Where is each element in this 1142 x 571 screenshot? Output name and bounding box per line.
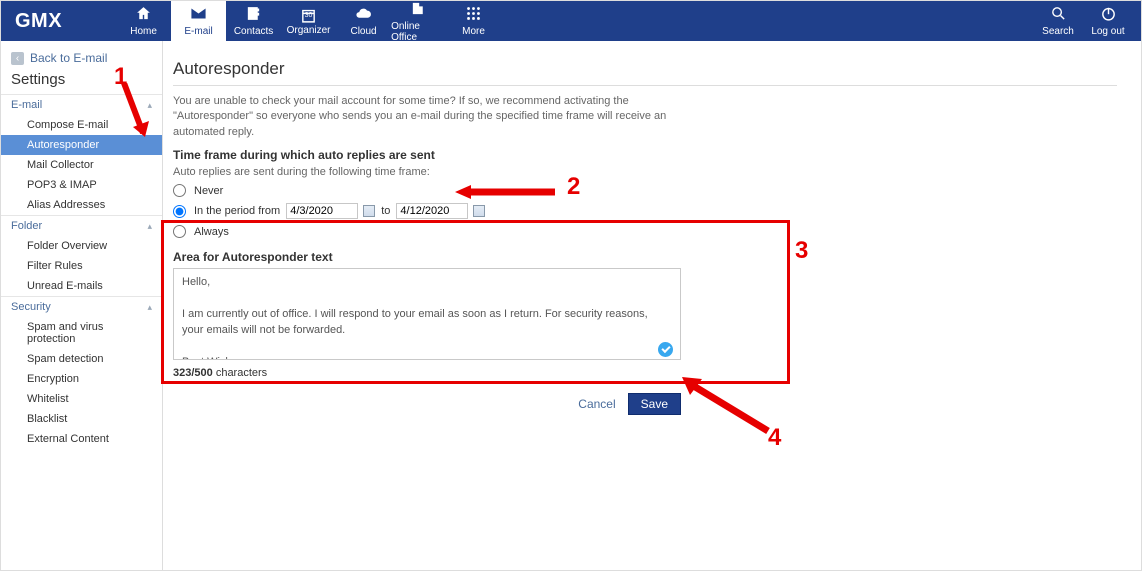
back-label: Back to E-mail <box>30 51 107 65</box>
cancel-button[interactable]: Cancel <box>578 397 615 411</box>
nav-email-label: E-mail <box>184 26 212 37</box>
option-never-label: Never <box>194 185 223 197</box>
sidebar-item-compose[interactable]: Compose E-mail <box>1 115 162 135</box>
nav-contacts-label: Contacts <box>234 26 273 37</box>
back-link[interactable]: ‹ Back to E-mail <box>1 47 162 69</box>
nav-home-label: Home <box>130 26 157 37</box>
top-nav: Home E-mail Contacts 30 Organizer Cloud <box>116 1 501 41</box>
button-row: Cancel Save <box>173 393 681 415</box>
nav-more[interactable]: More <box>446 1 501 41</box>
chevron-up-icon: ▴ <box>147 100 152 111</box>
section-header-folder-label: Folder <box>11 220 42 232</box>
char-counter: 323/500 characters <box>173 367 1117 379</box>
power-icon <box>1100 5 1117 25</box>
page-title: Autoresponder <box>173 59 1117 79</box>
nav-email[interactable]: E-mail <box>171 1 226 41</box>
main-content: Autoresponder You are unable to check yo… <box>163 41 1141 570</box>
email-icon <box>190 5 207 25</box>
nav-home[interactable]: Home <box>116 1 171 41</box>
section-header-email-label: E-mail <box>11 99 42 111</box>
option-period[interactable]: In the period from to <box>173 203 1117 219</box>
search-icon <box>1050 5 1067 25</box>
sidebar-item-whitelist[interactable]: Whitelist <box>1 389 162 409</box>
cloud-icon <box>355 5 372 25</box>
logout-label: Log out <box>1091 26 1124 37</box>
radio-period[interactable] <box>173 205 186 218</box>
date-from-input[interactable] <box>286 203 358 219</box>
chevron-up-icon: ▴ <box>147 302 152 313</box>
timeframe-sub: Auto replies are sent during the followi… <box>173 166 1117 178</box>
radio-never[interactable] <box>173 184 186 197</box>
back-arrow-icon: ‹ <box>11 52 24 65</box>
sidebar-item-spamdet[interactable]: Spam detection <box>1 349 162 369</box>
section-header-security-label: Security <box>11 301 51 313</box>
option-always[interactable]: Always <box>173 225 1117 238</box>
page-root: GMX Home E-mail Contacts 30 Organizer <box>0 0 1142 571</box>
option-never[interactable]: Never <box>173 184 1117 197</box>
save-button[interactable]: Save <box>628 393 681 415</box>
section-header-folder[interactable]: Folder ▴ <box>1 215 162 236</box>
sidebar-item-alias[interactable]: Alias Addresses <box>1 195 162 215</box>
search-label: Search <box>1042 26 1074 37</box>
date-to-input[interactable] <box>396 203 468 219</box>
radio-always[interactable] <box>173 225 186 238</box>
sidebar-title: Settings <box>1 69 162 94</box>
sidebar-item-pop3[interactable]: POP3 & IMAP <box>1 175 162 195</box>
textarea-wrap <box>173 268 681 363</box>
nav-organizer-label: Organizer <box>287 25 331 36</box>
intro-text: You are unable to check your mail accoun… <box>173 94 673 140</box>
calendar-icon[interactable] <box>363 205 375 217</box>
option-always-label: Always <box>194 226 229 238</box>
sidebar-item-filter[interactable]: Filter Rules <box>1 256 162 276</box>
contacts-icon <box>245 5 262 25</box>
sidebar-item-unread[interactable]: Unread E-mails <box>1 276 162 296</box>
option-period-to: to <box>381 205 390 217</box>
sidebar-item-external[interactable]: External Content <box>1 429 162 449</box>
sidebar-item-mail-collector[interactable]: Mail Collector <box>1 155 162 175</box>
home-icon <box>135 5 152 25</box>
autoresponder-textarea[interactable] <box>173 268 681 360</box>
search-button[interactable]: Search <box>1033 1 1083 41</box>
nav-cloud-label: Cloud <box>350 26 376 37</box>
sidebar-item-encryption[interactable]: Encryption <box>1 369 162 389</box>
sidebar-item-folder-overview[interactable]: Folder Overview <box>1 236 162 256</box>
nav-more-label: More <box>462 26 485 37</box>
timeframe-header: Time frame during which auto replies are… <box>173 148 1117 162</box>
nav-online-office[interactable]: Online Office <box>391 1 446 41</box>
nav-cloud[interactable]: Cloud <box>336 1 391 41</box>
nav-contacts[interactable]: Contacts <box>226 1 281 41</box>
sidebar-item-autoresponder[interactable]: Autoresponder <box>1 135 162 155</box>
more-icon <box>465 5 482 25</box>
option-period-prefix: In the period from <box>194 205 280 217</box>
area-label: Area for Autoresponder text <box>173 250 1117 264</box>
section-header-security[interactable]: Security ▴ <box>1 296 162 317</box>
sidebar-item-spamvirus[interactable]: Spam and virus protection <box>1 317 162 349</box>
char-counter-suffix: characters <box>213 367 267 379</box>
brand-logo: GMX <box>1 1 76 41</box>
sidebar-item-blacklist[interactable]: Blacklist <box>1 409 162 429</box>
char-counter-value: 323/500 <box>173 367 213 379</box>
chevron-up-icon: ▴ <box>147 221 152 232</box>
body: ‹ Back to E-mail Settings E-mail ▴ Compo… <box>1 41 1141 570</box>
section-header-email[interactable]: E-mail ▴ <box>1 94 162 115</box>
organizer-icon: 30 <box>300 7 317 24</box>
topbar: GMX Home E-mail Contacts 30 Organizer <box>1 1 1141 41</box>
divider <box>173 85 1117 86</box>
topbar-right: Search Log out <box>1033 1 1141 41</box>
logout-button[interactable]: Log out <box>1083 1 1133 41</box>
calendar-icon[interactable] <box>473 205 485 217</box>
nav-organizer[interactable]: 30 Organizer <box>281 1 336 41</box>
online-office-icon <box>410 0 427 20</box>
organizer-day: 30 <box>300 12 317 19</box>
sidebar: ‹ Back to E-mail Settings E-mail ▴ Compo… <box>1 41 163 570</box>
nav-online-office-label: Online Office <box>391 21 446 43</box>
